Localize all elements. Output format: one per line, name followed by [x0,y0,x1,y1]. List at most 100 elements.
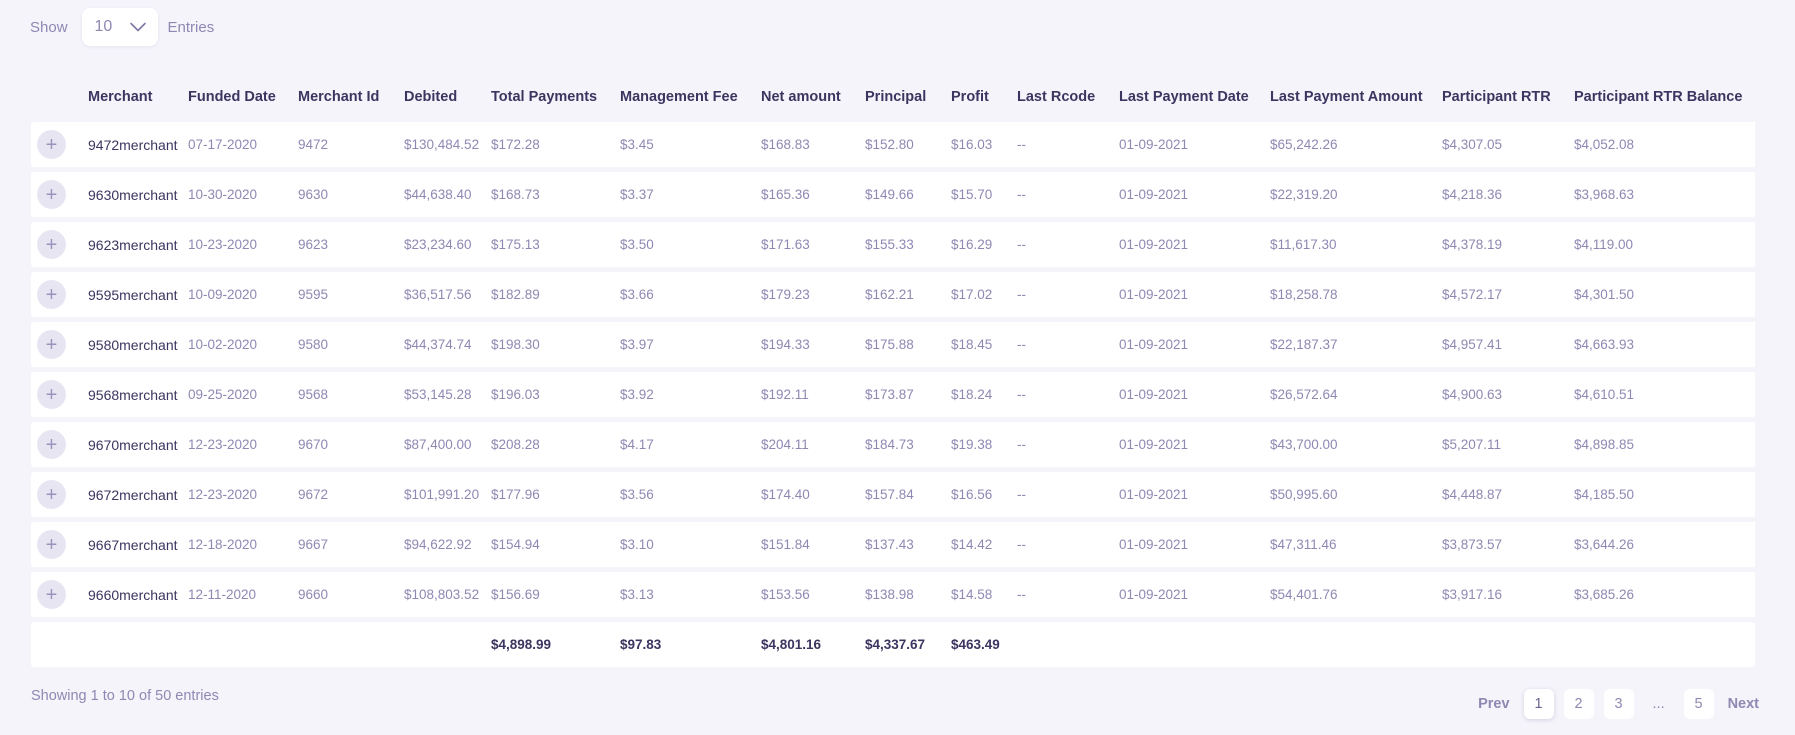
page-button-3[interactable]: 3 [1603,689,1634,719]
principal-cell: $155.33 [865,222,951,267]
last-payment-amount-cell: $11,617.30 [1270,222,1442,267]
participant-rtr-balance-cell: $4,610.51 [1574,372,1755,417]
last-payment-date-cell: 01-09-2021 [1119,572,1270,617]
prev-page-button[interactable]: Prev [1474,696,1513,712]
plus-icon[interactable]: + [37,430,66,459]
merchant-id-cell: 9623 [298,222,404,267]
merchant-id-cell: 9580 [298,322,404,367]
entries-length-control: Show 10 Entries [30,8,214,46]
funded-date-cell: 12-23-2020 [188,472,298,517]
table-row: +9672merchant 12-23-2020 9672 $101,991.20 $1… [31,472,1755,517]
profit-cell: $16.29 [951,222,1017,267]
merchant-cell: 9672merchant [88,472,188,517]
participant-rtr-balance-cell: $3,644.26 [1574,522,1755,567]
net-amount-cell: $153.56 [761,572,865,617]
principal-cell: $152.80 [865,122,951,167]
table-row: +9660merchant 12-11-2020 9660 $108,803.52 $1… [31,572,1755,617]
participant-rtr-balance-cell: $3,685.26 [1574,572,1755,617]
funded-date-cell: 10-09-2020 [188,272,298,317]
merchant-id-cell: 9667 [298,522,404,567]
principal-cell: $184.73 [865,422,951,467]
page: Show 10 Entries Merchant Funded Date Mer… [0,0,1795,735]
participant-rtr-balance-cell: $4,119.00 [1574,222,1755,267]
merchant-cell: 9623merchant [88,222,188,267]
entries-label: Entries [167,18,215,36]
debited-cell: $36,517.56 [404,272,491,317]
merchant-cell: 9670merchant [88,422,188,467]
plus-icon[interactable]: + [37,580,66,609]
net-amount-cell: $192.11 [761,372,865,417]
profit-cell: $16.03 [951,122,1017,167]
col-header-net-amount[interactable]: Net amount [761,77,865,117]
page-button-1[interactable]: 1 [1523,689,1554,719]
page-button-5[interactable]: 5 [1683,689,1714,719]
page-button-2[interactable]: 2 [1563,689,1594,719]
debited-cell: $94,622.92 [404,522,491,567]
debited-cell: $23,234.60 [404,222,491,267]
plus-icon[interactable]: + [37,180,66,209]
col-header-management-fee[interactable]: Management Fee [620,77,761,117]
debited-cell: $44,374.74 [404,322,491,367]
last-rcode-cell: -- [1017,572,1119,617]
participant-rtr-cell: $4,218.36 [1442,172,1574,217]
col-header-last-payment-date[interactable]: Last Payment Date [1119,77,1270,117]
merchant-cell: 9630merchant [88,172,188,217]
last-payment-date-cell: 01-09-2021 [1119,272,1270,317]
principal-cell: $173.87 [865,372,951,417]
participant-rtr-balance-cell: $4,898.85 [1574,422,1755,467]
participant-rtr-cell: $3,917.16 [1442,572,1574,617]
total-payments-cell: $177.96 [491,472,620,517]
last-rcode-cell: -- [1017,372,1119,417]
merchant-cell: 9580merchant [88,322,188,367]
table-row: +9472merchant 07-17-2020 9472 $130,484.52 $1… [31,122,1755,167]
profit-cell: $19.38 [951,422,1017,467]
entries-per-page-select[interactable]: 10 [81,8,158,46]
net-amount-cell: $174.40 [761,472,865,517]
participant-rtr-cell: $4,900.63 [1442,372,1574,417]
show-label: Show [30,18,68,36]
expand-column-header [31,77,88,117]
plus-icon[interactable]: + [37,130,66,159]
principal-cell: $157.84 [865,472,951,517]
management-fee-cell: $3.37 [620,172,761,217]
participant-rtr-balance-cell: $4,052.08 [1574,122,1755,167]
plus-icon[interactable]: + [37,280,66,309]
table-row: +9568merchant 09-25-2020 9568 $53,145.28 $19… [31,372,1755,417]
last-payment-date-cell: 01-09-2021 [1119,372,1270,417]
total-payments-total: $4,898.99 [491,622,620,667]
next-page-button[interactable]: Next [1724,696,1763,712]
merchant-id-cell: 9472 [298,122,404,167]
total-payments-cell: $198.30 [491,322,620,367]
col-header-principal[interactable]: Principal [865,77,951,117]
col-header-funded-date[interactable]: Funded Date [188,77,298,117]
funded-date-cell: 09-25-2020 [188,372,298,417]
col-header-last-payment-amount[interactable]: Last Payment Amount [1270,77,1442,117]
plus-icon[interactable]: + [37,230,66,259]
principal-cell: $138.98 [865,572,951,617]
table-row: +9667merchant 12-18-2020 9667 $94,622.92 $15… [31,522,1755,567]
plus-icon[interactable]: + [37,380,66,409]
participant-rtr-cell: $4,957.41 [1442,322,1574,367]
col-header-participant-rtr-balance[interactable]: Participant RTR Balance [1574,77,1755,117]
col-header-participant-rtr[interactable]: Participant RTR [1442,77,1574,117]
col-header-total-payments[interactable]: Total Payments [491,77,620,117]
merchant-id-cell: 9660 [298,572,404,617]
funded-date-cell: 12-23-2020 [188,422,298,467]
col-header-profit[interactable]: Profit [951,77,1017,117]
col-header-last-rcode[interactable]: Last Rcode [1017,77,1119,117]
pagination-ellipsis: ... [1652,696,1665,712]
col-header-merchant-id[interactable]: Merchant Id [298,77,404,117]
funded-date-cell: 10-02-2020 [188,322,298,367]
last-payment-date-cell: 01-09-2021 [1119,422,1270,467]
principal-cell: $149.66 [865,172,951,217]
management-fee-cell: $3.92 [620,372,761,417]
plus-icon[interactable]: + [37,480,66,509]
col-header-merchant[interactable]: Merchant [88,77,188,117]
plus-icon[interactable]: + [37,530,66,559]
table-body: +9472merchant 07-17-2020 9472 $130,484.52 $1… [31,122,1755,617]
col-header-debited[interactable]: Debited [404,77,491,117]
table-row: +9595merchant 10-09-2020 9595 $36,517.56 $18… [31,272,1755,317]
entries-per-page-value: 10 [94,18,113,35]
plus-icon[interactable]: + [37,330,66,359]
last-payment-date-cell: 01-09-2021 [1119,222,1270,267]
